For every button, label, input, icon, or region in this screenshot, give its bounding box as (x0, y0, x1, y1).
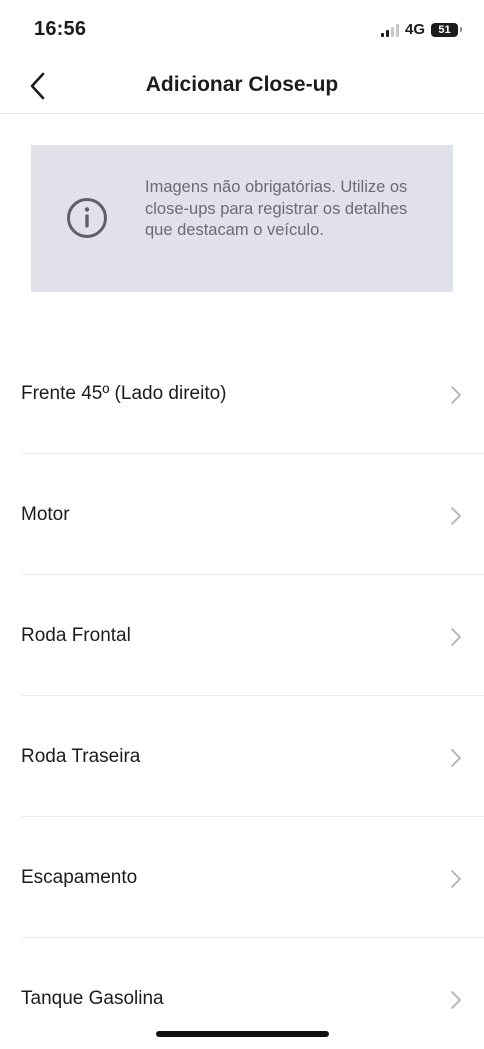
chevron-right-icon (451, 991, 461, 1009)
info-circle-icon (67, 198, 107, 238)
list-item[interactable]: Roda Traseira (0, 696, 484, 817)
list-item[interactable]: Frente 45º (Lado direito) (0, 333, 484, 454)
list-item-label: Roda Traseira (21, 746, 141, 767)
info-banner: Imagens não obrigatórias. Utilize os clo… (31, 145, 453, 292)
status-time: 16:56 (34, 18, 87, 40)
list-item[interactable]: Escapamento (0, 817, 484, 938)
list-item-label: Tanque Gasolina (21, 988, 164, 1009)
list-item[interactable]: Roda Frontal (0, 575, 484, 696)
battery-icon: 51 (431, 22, 458, 37)
chevron-right-icon (451, 386, 461, 404)
list-item[interactable]: Motor (0, 454, 484, 575)
status-bar: 16:56 4G 51 (0, 0, 484, 60)
list-item-label: Escapamento (21, 867, 138, 888)
info-text: Imagens não obrigatórias. Utilize os clo… (145, 178, 408, 239)
page-title: Adicionar Close-up (145, 73, 339, 96)
list-item-label: Motor (21, 504, 70, 525)
home-indicator[interactable] (156, 1031, 329, 1037)
status-indicators: 4G 51 (380, 21, 462, 38)
chevron-right-icon (451, 628, 461, 646)
chevron-right-icon (451, 870, 461, 888)
chevron-right-icon (451, 749, 461, 767)
list-item-label: Frente 45º (Lado direito) (21, 383, 227, 404)
closeup-list: Frente 45º (Lado direito) Motor Roda Fro… (0, 333, 484, 1049)
list-item-label: Roda Frontal (21, 625, 131, 646)
screen: 16:56 4G 51 Adicionar Close-up Imagens n… (0, 0, 484, 1049)
network-type: 4G (404, 21, 425, 38)
signal-icon (380, 23, 399, 37)
nav-bar: Adicionar Close-up (0, 60, 484, 114)
bottom-safe-area (0, 1010, 484, 1049)
chevron-right-icon (451, 507, 461, 525)
battery-level: 51 (438, 23, 451, 36)
battery-cap (460, 27, 462, 32)
